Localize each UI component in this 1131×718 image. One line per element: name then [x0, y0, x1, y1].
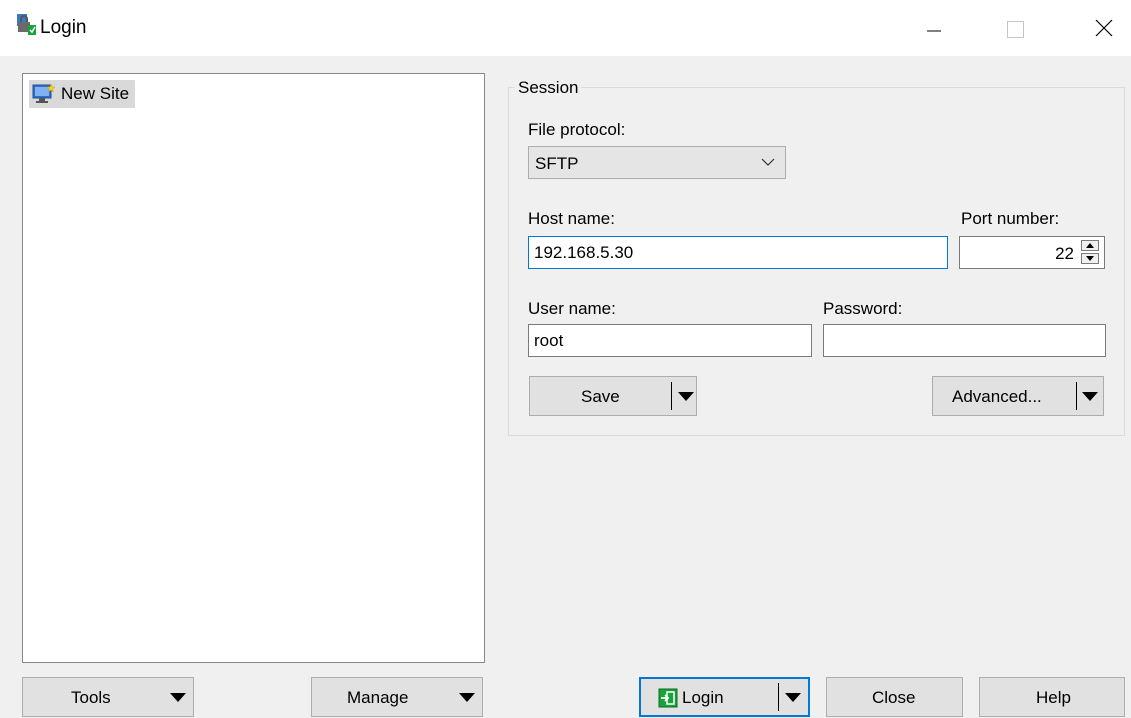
tools-button-label: Tools — [71, 688, 111, 707]
tools-dropdown-arrow-icon — [170, 693, 186, 702]
new-site-monitor-icon — [32, 83, 56, 103]
manage-button[interactable]: Manage — [311, 677, 483, 717]
session-legend: Session — [515, 78, 582, 98]
help-button[interactable]: Help — [979, 677, 1125, 717]
port-number-label: Port number: — [961, 209, 1060, 228]
user-name-label: User name: — [528, 299, 616, 318]
login-split-divider — [778, 683, 779, 711]
chevron-down-icon — [761, 158, 775, 166]
login-icon — [658, 688, 678, 708]
port-number-value: 22 — [1055, 244, 1074, 263]
advanced-split-divider — [1076, 382, 1077, 410]
port-increment-button[interactable] — [1081, 240, 1099, 251]
maximize-icon[interactable] — [994, 12, 1034, 44]
site-item-new-site[interactable]: New Site — [29, 80, 136, 108]
advanced-dropdown-arrow-icon[interactable] — [1082, 392, 1098, 401]
title-bar: Login — [0, 0, 1131, 56]
window-title: Login — [40, 17, 87, 38]
file-protocol-label: File protocol: — [528, 120, 626, 139]
app-lock-icon — [17, 14, 36, 35]
save-button[interactable]: Save — [529, 376, 697, 416]
advanced-button[interactable]: Advanced... — [932, 376, 1104, 416]
host-name-label: Host name: — [528, 209, 615, 228]
minimize-icon[interactable] — [914, 12, 954, 44]
close-button-label: Close — [872, 688, 916, 707]
close-button[interactable]: Close — [826, 677, 963, 717]
advanced-button-label: Advanced... — [952, 387, 1042, 406]
manage-dropdown-arrow-icon — [459, 693, 475, 702]
file-protocol-value: SFTP — [535, 154, 579, 173]
save-split-divider — [671, 382, 672, 410]
help-button-label: Help — [1036, 688, 1071, 707]
login-button-label: Login — [682, 688, 724, 707]
port-decrement-button[interactable] — [1081, 253, 1099, 264]
user-name-input[interactable] — [528, 324, 812, 357]
host-name-input[interactable] — [528, 236, 948, 269]
file-protocol-select[interactable]: SFTP — [528, 146, 786, 179]
login-dropdown-arrow-icon[interactable] — [785, 693, 801, 702]
site-tree[interactable]: New Site — [22, 73, 485, 663]
site-item-label: New Site — [61, 84, 130, 103]
close-window-icon[interactable] — [1084, 12, 1124, 44]
manage-button-label: Manage — [347, 688, 409, 707]
port-spinner — [1081, 240, 1101, 265]
login-button[interactable]: Login — [639, 677, 810, 717]
port-number-field[interactable]: 22 — [959, 236, 1105, 269]
tools-button[interactable]: Tools — [22, 677, 194, 717]
save-dropdown-arrow-icon[interactable] — [678, 392, 694, 401]
password-input[interactable] — [823, 324, 1106, 357]
save-button-label: Save — [581, 387, 620, 406]
password-label: Password: — [823, 299, 903, 318]
